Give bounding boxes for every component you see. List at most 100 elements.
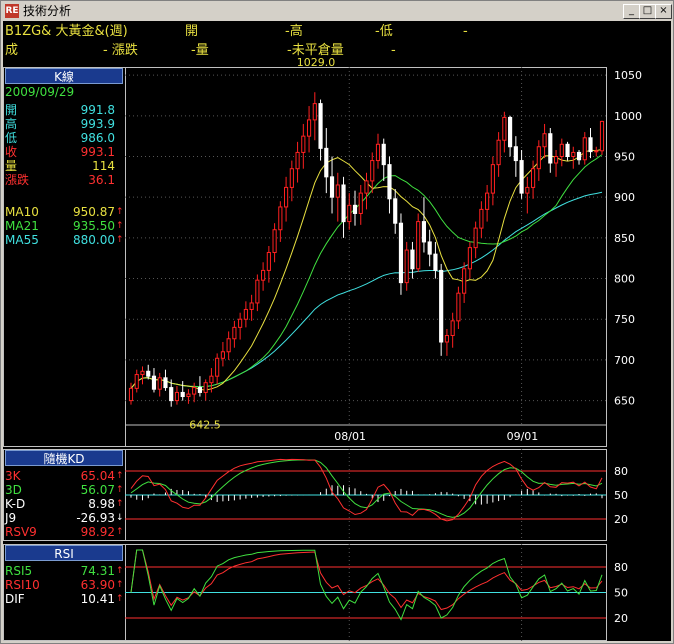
window-title: 技術分析 xyxy=(23,4,72,18)
candle-body xyxy=(364,180,369,194)
candle-body xyxy=(576,151,582,161)
y-tick-label: 950 xyxy=(614,151,635,164)
candle-body xyxy=(140,370,145,376)
candle-body xyxy=(599,120,605,152)
candle-body xyxy=(352,204,358,214)
candle-body xyxy=(278,206,283,231)
candle-body xyxy=(565,143,570,158)
y-tick-label: 750 xyxy=(614,313,635,326)
candle-body xyxy=(358,192,363,214)
y-tick-label: 700 xyxy=(614,354,635,367)
candle-body xyxy=(588,137,593,153)
candle-body xyxy=(180,391,185,398)
rsi5-line xyxy=(130,549,603,621)
candle-body xyxy=(243,308,248,320)
candle-body xyxy=(186,393,191,398)
rsi10-line xyxy=(130,549,603,611)
candle-body xyxy=(301,135,306,153)
app-window: RE 技術分析 _ □ × B1ZG& 大黃金&(週) 開 -高 -低 - 成- 漲跌 -… xyxy=(0,0,674,644)
candle-body xyxy=(536,146,541,170)
candle-body xyxy=(410,249,415,270)
candle-body xyxy=(473,227,478,249)
candle-body xyxy=(266,252,271,271)
candle-body xyxy=(548,133,553,164)
close-button[interactable]: × xyxy=(655,4,672,19)
candle-body xyxy=(329,176,335,198)
candle-body xyxy=(496,139,501,166)
panel-frame xyxy=(3,449,126,541)
maximize-button[interactable]: □ xyxy=(639,4,656,19)
plot-frame xyxy=(125,67,607,447)
candle-body xyxy=(479,208,484,229)
candle-body xyxy=(571,151,576,158)
candle-body xyxy=(249,302,254,310)
chart-area: B1ZG& 大黃金&(週) 開 -高 -低 - 成- 漲跌 -量 -未平倉量 - K線 200… xyxy=(3,21,671,641)
candle-body xyxy=(421,221,427,243)
x-tick-label: 08/01 xyxy=(334,430,366,443)
y-tick-label: 800 xyxy=(614,273,635,286)
candle-body xyxy=(416,221,421,270)
candle-body xyxy=(347,204,352,223)
y-tick-label: 50 xyxy=(614,489,628,502)
candle-body xyxy=(398,222,404,284)
y-tick-label: 850 xyxy=(614,232,635,245)
candle-body xyxy=(146,370,151,377)
candle-body xyxy=(375,143,381,162)
candle-body xyxy=(513,146,518,162)
candle-body xyxy=(462,268,467,294)
candle-body xyxy=(387,164,392,200)
candle-body xyxy=(404,249,409,284)
high-annotation: 1029.0 xyxy=(297,56,336,69)
candle-body xyxy=(255,279,260,304)
candle-body xyxy=(393,198,398,224)
minimize-button[interactable]: _ xyxy=(623,4,640,19)
candle-body xyxy=(508,116,513,148)
candle-body xyxy=(203,382,208,393)
y-tick-label: 900 xyxy=(614,191,635,204)
candle-body xyxy=(525,186,530,194)
candle-body xyxy=(370,160,375,182)
candle-body xyxy=(295,151,300,170)
candle-body xyxy=(226,338,231,353)
candle-body xyxy=(519,160,524,194)
y-tick-label: 80 xyxy=(614,465,628,478)
candle-body xyxy=(272,229,277,254)
candle-body xyxy=(215,357,220,377)
candle-body xyxy=(312,103,317,121)
candle-body xyxy=(467,247,472,270)
candle-body xyxy=(306,119,312,137)
panel-frame xyxy=(3,544,126,641)
candle-body xyxy=(439,269,444,343)
candle-body xyxy=(381,143,386,166)
candle-body xyxy=(335,184,340,198)
candle-body xyxy=(324,147,329,178)
candle-body xyxy=(582,137,587,161)
candle-body xyxy=(485,192,490,210)
candle-body xyxy=(134,374,139,389)
x-tick-label: 09/01 xyxy=(507,430,539,443)
candle-body xyxy=(341,184,346,223)
y-tick-label: 20 xyxy=(614,513,628,526)
candle-body xyxy=(174,391,180,402)
panel-frame xyxy=(3,67,126,447)
candle-body xyxy=(197,387,203,393)
app-logo-icon: RE xyxy=(5,4,19,18)
candle-body xyxy=(450,320,455,337)
candle-body xyxy=(490,164,495,194)
candle-body xyxy=(318,103,323,149)
candle-body xyxy=(163,377,168,389)
candle-body xyxy=(220,351,225,359)
candle-body xyxy=(157,377,162,390)
candle-body xyxy=(128,387,134,402)
candle-body xyxy=(542,133,547,148)
candle-body xyxy=(559,143,564,158)
y-tick-label: 80 xyxy=(614,561,628,574)
candle-body xyxy=(456,292,461,322)
price-chart[interactable]: 650 700 750 800 850 900 950 1000 1050 08/01 09/01 1… xyxy=(3,21,671,641)
y-tick-label: 1000 xyxy=(614,110,642,123)
candle-body xyxy=(444,335,449,343)
candle-body xyxy=(151,375,157,390)
candle-body xyxy=(209,375,214,384)
y-tick-label: 650 xyxy=(614,395,635,408)
title-bar[interactable]: RE 技術分析 _ □ × xyxy=(2,2,672,20)
